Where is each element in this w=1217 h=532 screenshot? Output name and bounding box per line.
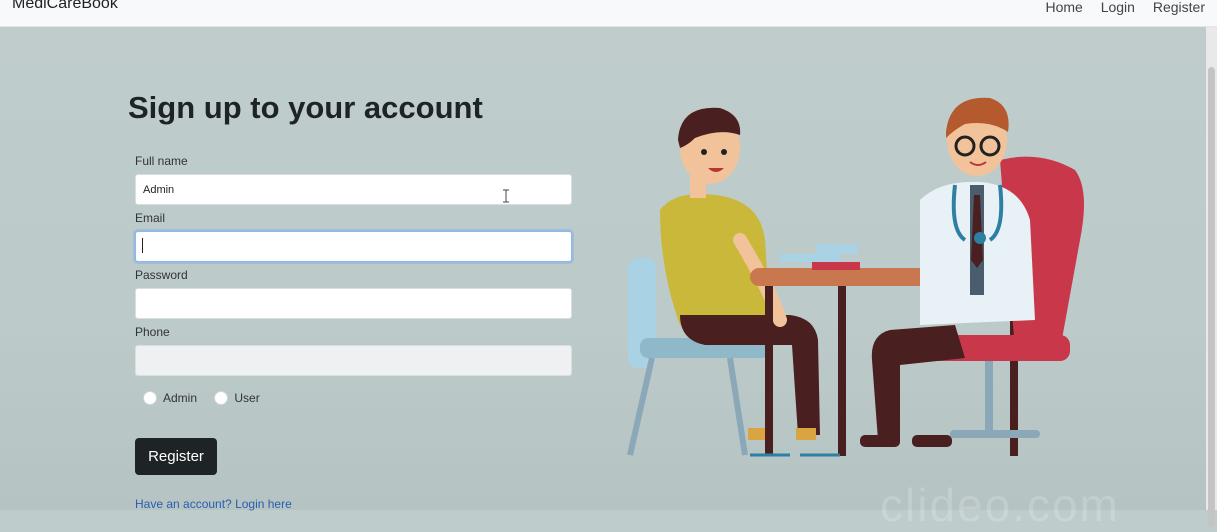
scrollbar[interactable] (1206, 27, 1217, 527)
scrollbar-thumb[interactable] (1208, 67, 1215, 527)
nav-links: Home Login Register (1031, 0, 1205, 15)
radio-admin[interactable] (143, 390, 157, 405)
patient-sock (796, 428, 816, 440)
fullname-label: Full name (135, 154, 188, 168)
password-label: Password (135, 268, 188, 282)
password-input[interactable] (135, 288, 572, 319)
text-cursor-icon (503, 189, 509, 203)
email-label: Email (135, 211, 166, 225)
radio-user-label: User (234, 390, 260, 405)
book-icon (816, 244, 858, 254)
radio-admin-label: Admin (163, 390, 198, 405)
text-caret (142, 238, 143, 253)
patient-chair-leg (727, 357, 748, 456)
watermark: clideo.com (880, 479, 1120, 531)
register-button[interactable]: Register (135, 438, 217, 475)
book-icon (780, 254, 840, 262)
radio-user[interactable] (214, 390, 229, 405)
patient-eye (721, 149, 727, 155)
doctor-shoe (912, 435, 952, 447)
table-leg (838, 286, 846, 456)
brand-logo[interactable]: MediCareBook (12, 0, 118, 13)
doctor-shoe (860, 435, 900, 447)
table-leg (765, 286, 773, 456)
doctor-patient-illustration (627, 97, 1084, 457)
doctor-chair-base (950, 430, 1040, 438)
book-icon (812, 262, 860, 270)
login-here-link[interactable]: Have an account? Login here (135, 497, 292, 511)
nav-home-link[interactable]: Home (1045, 0, 1082, 15)
stethoscope-icon (974, 232, 986, 244)
nav-register-link[interactable]: Register (1153, 0, 1205, 15)
doctor-pants (871, 325, 965, 440)
nav-login-link[interactable]: Login (1101, 0, 1135, 15)
patient-eye (701, 149, 707, 155)
page-title: Sign up to your account (128, 90, 483, 125)
patient-pants (680, 315, 820, 435)
email-input[interactable] (135, 231, 572, 262)
patient-chair-leg (627, 357, 655, 456)
role-radio-group: Admin User (143, 390, 274, 405)
doctor-chair-post (985, 361, 993, 431)
navbar: MediCareBook Home Login Register (0, 0, 1217, 27)
phone-input[interactable] (135, 345, 572, 376)
phone-label: Phone (135, 325, 170, 339)
